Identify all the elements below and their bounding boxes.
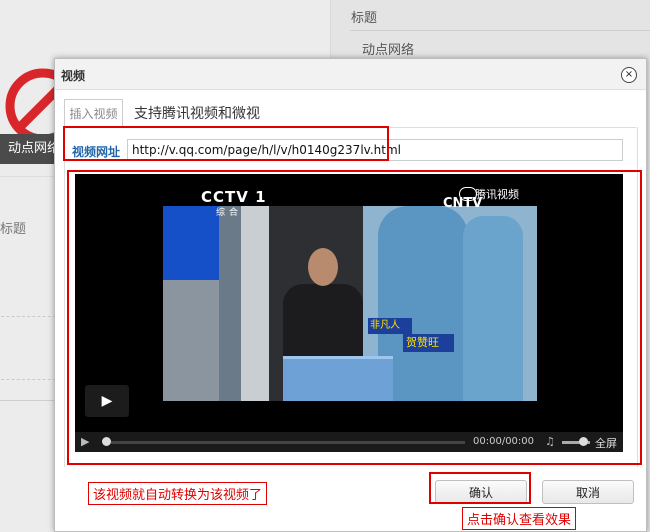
annotation-note-left: 该视频就自动转换为该视频了	[88, 482, 268, 505]
bg-left-title: 标题	[0, 222, 27, 237]
tab-insert-video[interactable]: 插入视频	[64, 99, 123, 127]
bg-divider-2	[0, 176, 56, 177]
close-icon[interactable]: ×	[621, 67, 637, 83]
bg-divider	[350, 30, 650, 31]
dialog-title: 视频	[61, 69, 86, 83]
bg-left-bar: 动点网络	[0, 134, 60, 164]
annotation-box-url	[63, 126, 389, 161]
annotation-box-player	[67, 170, 642, 465]
no-sign-logo-icon	[5, 68, 61, 134]
cancel-button[interactable]: 取消	[542, 480, 634, 504]
bg-right-subtitle: 动点网络	[362, 43, 415, 58]
bg-divider-3	[0, 400, 56, 401]
dialog-header: 视频 ×	[55, 59, 646, 90]
annotation-note-right: 点击确认查看效果	[462, 507, 577, 530]
bg-dashed-box	[0, 316, 56, 380]
tab-support-note: 支持腾讯视频和微视	[134, 106, 260, 122]
annotation-box-confirm	[429, 472, 531, 504]
bg-right-title: 标题	[351, 11, 378, 26]
